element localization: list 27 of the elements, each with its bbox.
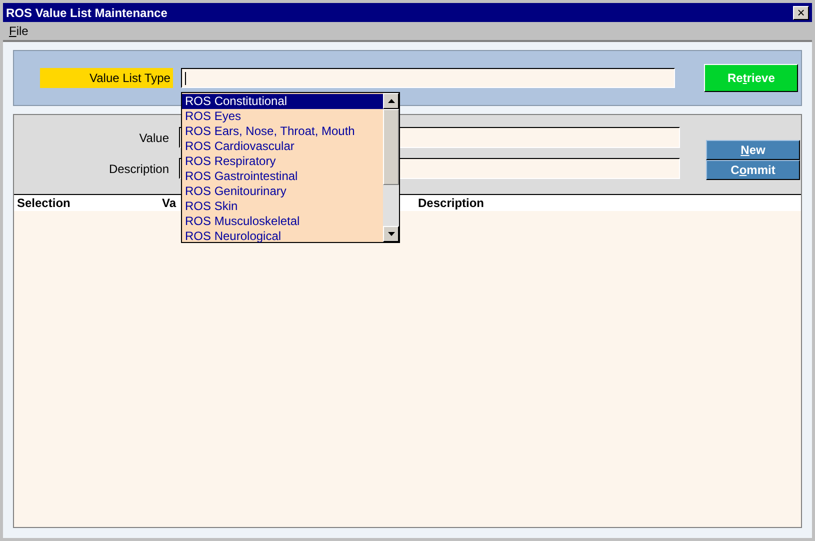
field-label: Value List Type	[40, 68, 174, 88]
dropdown-item[interactable]: ROS Genitourinary	[182, 184, 383, 199]
column-header[interactable]: Description	[418, 194, 801, 212]
action-button[interactable]: New	[706, 140, 800, 160]
dropdown-item[interactable]: ROS Skin	[182, 199, 383, 214]
scroll-thumb[interactable]	[383, 109, 399, 185]
scroll-down-button[interactable]	[383, 226, 399, 242]
down-arrow-icon	[388, 232, 394, 236]
dropdown-item[interactable]: ROS Eyes	[182, 109, 383, 124]
action-button[interactable]: Commit	[706, 160, 800, 180]
dropdown-item[interactable]: ROS Gastrointestinal	[182, 169, 383, 184]
dropdown-item[interactable]: ROS Neurological	[182, 229, 383, 244]
column-header[interactable]: Selection	[14, 194, 162, 212]
field-label: Description	[108, 160, 169, 178]
dropdown-item[interactable]: ROS Ears, Nose, Throat, Mouth	[182, 124, 383, 139]
scroll-up-button[interactable]	[383, 93, 399, 109]
menu-item[interactable]: File	[9, 22, 28, 40]
up-arrow-icon	[388, 99, 394, 103]
window-title: ROS Value List Maintenance	[6, 4, 168, 22]
dropdown-item[interactable]: ROS Musculoskeletal	[182, 214, 383, 229]
close-button[interactable]: ×	[793, 6, 809, 20]
value-list-type-field[interactable]	[181, 68, 676, 88]
dropdown-item[interactable]: ROS Cardiovascular	[182, 139, 383, 154]
field-label: Value	[138, 130, 169, 146]
dropdown-item[interactable]: ROS Constitutional	[182, 94, 383, 109]
dropdown-item[interactable]: ROS Respiratory	[182, 154, 383, 169]
scrollbar[interactable]	[383, 93, 399, 242]
